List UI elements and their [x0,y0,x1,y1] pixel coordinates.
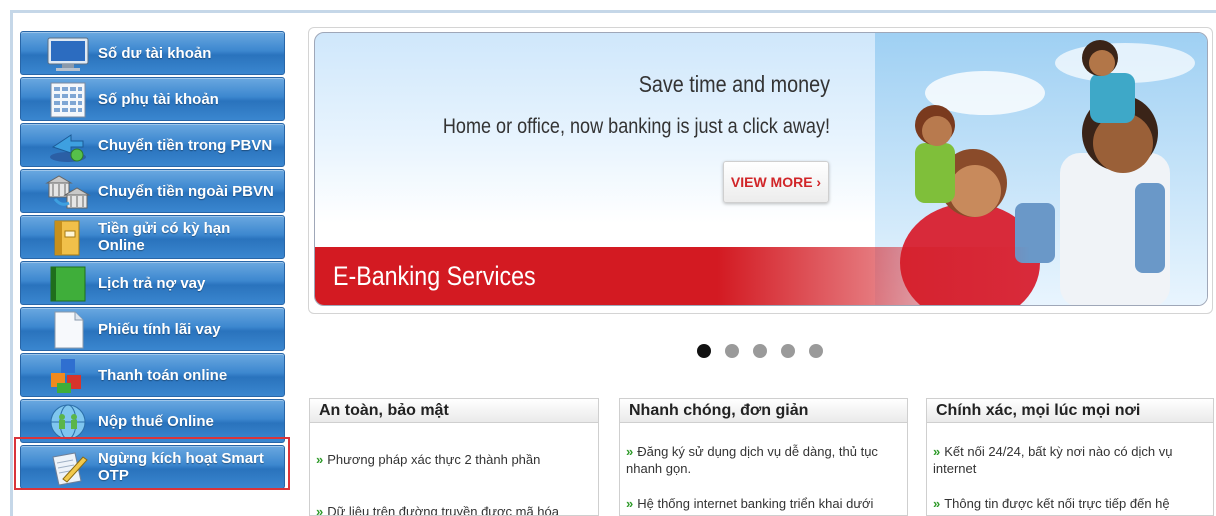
sidebar-item-label: Phiếu tính lãi vay [98,320,221,338]
chevron-right-icon: » [626,444,634,459]
transfer-arrows-icon [50,134,86,162]
chevron-right-icon: » [933,444,941,459]
panel-title: Chính xác, mọi lúc mọi nơi [927,399,1213,423]
ebanking-bar: E-Banking Services [315,247,1207,305]
carousel-dot-5[interactable] [809,344,823,358]
sidebar-menu: Số dư tài khoản Số phụ tài khoản Chuyển … [20,31,285,491]
document-icon [54,311,84,349]
sidebar-item-term-deposit[interactable]: Tiền gửi có kỳ hạn Online [20,215,285,259]
green-book-icon [50,266,86,302]
sidebar-item-deactivate-smart-otp[interactable]: Ngừng kích hoạt Smart OTP [20,445,285,489]
panel-list-item-text: Hệ thống internet banking triển khai dướ… [626,496,874,515]
panel-speed: Nhanh chóng, đơn giản » Đăng ký sử dụng d… [619,398,908,516]
colored-blocks-icon [51,359,81,393]
sidebar-item-label: Thanh toán online [98,366,228,384]
sidebar-item-label: Nộp thuế Online [98,412,214,430]
panel-list-item-text: Kết nối 24/24, bất kỳ nơi nào có dịch vụ… [933,444,1173,476]
bank-building-icon [45,175,91,209]
sidebar-item-label: Chuyển tiền trong PBVN [98,136,273,154]
sidebar-item-tax-payment[interactable]: Nộp thuế Online [20,399,285,443]
panel-list-item: » Dữ liệu trên đường truyền được mã hóa [316,503,590,516]
carousel-dot-4[interactable] [781,344,795,358]
sidebar-item-label: Số phụ tài khoản [98,90,219,108]
sidebar-item-account-statement[interactable]: Số phụ tài khoản [20,77,285,121]
panel-list-item-text: Phương pháp xác thực 2 thành phần [327,452,541,467]
carousel-dot-1[interactable] [697,344,711,358]
panel-title: An toàn, bảo mật [310,399,598,423]
sidebar-item-online-payment[interactable]: Thanh toán online [20,353,285,397]
sidebar-item-label: Tiền gửi có kỳ hạn Online [98,220,231,254]
sidebar-item-external-transfer[interactable]: Chuyển tiền ngoài PBVN [20,169,285,213]
pen-paper-icon [52,452,88,486]
ebanking-bar-title: E-Banking Services [333,261,536,291]
sidebar-item-internal-transfer[interactable]: Chuyển tiền trong PBVN [20,123,285,167]
panel-list-item-text: Dữ liệu trên đường truyền được mã hóa [327,504,559,516]
sidebar-item-loan-schedule[interactable]: Lịch trả nợ vay [20,261,285,305]
panel-list-item: » Thông tin được kết nối trực tiếp đến hệ… [933,495,1205,515]
carousel-dots [697,344,823,358]
carousel-dot-3[interactable] [753,344,767,358]
banner-subline: Home or office, now banking is just a cl… [442,115,830,138]
panel-list-item: » Hệ thống internet banking triển khai dư… [626,495,899,515]
promo-banner[interactable]: Save time and money Home or office, now … [314,32,1208,306]
sidebar-item-account-balance[interactable]: Số dư tài khoản [20,31,285,75]
globe-people-icon [50,404,86,440]
panel-list-item: » Kết nối 24/24, bất kỳ nơi nào có dịch v… [933,443,1205,477]
carousel-dot-2[interactable] [725,344,739,358]
top-divider [10,10,1216,13]
sidebar-item-label: Số dư tài khoản [98,44,212,62]
view-more-button[interactable]: VIEW MORE › [723,161,829,203]
monitor-icon [47,37,89,71]
banner-headline: Save time and money [638,71,830,97]
sidebar-item-label: Chuyển tiền ngoài PBVN [98,182,274,200]
panel-accuracy: Chính xác, mọi lúc mọi nơi » Kết nối 24/2… [926,398,1214,516]
panel-list-item: » Đăng ký sử dụng dịch vụ dễ dàng, thủ tụ… [626,443,899,477]
panel-list-item-text: Đăng ký sử dụng dịch vụ dễ dàng, thủ tục… [626,444,878,476]
chevron-right-icon: » [626,496,634,511]
ledger-icon [50,82,86,118]
panel-list-item-text: Thông tin được kết nối trực tiếp đến hệ … [933,496,1170,515]
left-divider [10,10,13,516]
chevron-right-icon: » [316,452,324,467]
sidebar-item-loan-interest[interactable]: Phiếu tính lãi vay [20,307,285,351]
sidebar-item-label: Ngừng kích hoạt Smart OTP [98,450,264,484]
sidebar-item-label: Lịch trả nợ vay [98,274,206,292]
chevron-right-icon: » [933,496,941,511]
chevron-right-icon: » [316,504,324,516]
panel-title: Nhanh chóng, đơn giản [620,399,907,423]
panel-security: An toàn, bảo mật » Phương pháp xác thực 2… [309,398,599,516]
panel-list-item: » Phương pháp xác thực 2 thành phần [316,451,590,468]
binder-icon [54,220,80,256]
